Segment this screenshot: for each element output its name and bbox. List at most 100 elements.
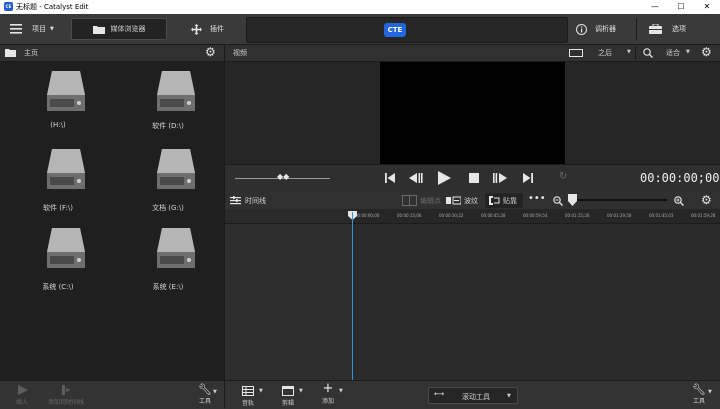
zoom-out-icon[interactable]: [553, 196, 563, 206]
insert-label: 插入: [15, 399, 28, 406]
drive-item[interactable]: 软件 (D:\): [133, 69, 203, 141]
zoom-slider[interactable]: [571, 199, 667, 201]
timeline-ruler[interactable]: 00:00:00;00 00:00:15;06 00:00:30;22 00:0…: [225, 209, 720, 224]
more-options-icon[interactable]: •••: [528, 193, 546, 204]
timeline-tools-button[interactable]: 🔧︎ 工具: [686, 381, 712, 409]
insert-button[interactable]: 插入: [10, 381, 34, 409]
cte-badge[interactable]: CTE: [384, 23, 406, 37]
ripple-label[interactable]: 波纹: [464, 196, 478, 206]
hard-drive-icon: [46, 71, 85, 111]
timeline-bottom-bar: 音轨 ▼ 剪辑 ▼ + 添加 ▼ ⟷ 滚动工具 ▼ 🔧︎ 工具 ▼: [225, 380, 720, 409]
drive-item[interactable]: 软件 (F:\): [23, 147, 93, 219]
chevron-down-icon: ▼: [507, 393, 511, 399]
status-display: CTE: [246, 17, 568, 43]
drive-item[interactable]: 文档 (G:\): [133, 147, 203, 219]
media-browser-panel: 主页 ⚙ (H:\) 软件 (D:\) 软件 (F:\) 文档 (G:\) 系统…: [0, 45, 224, 380]
folder-icon: [92, 25, 105, 34]
options-button[interactable]: 选项: [649, 14, 686, 44]
project-menu-button[interactable]: 项目 ▼: [10, 14, 54, 44]
shuttle-handle-icon[interactable]: ◆◆: [277, 172, 289, 181]
inspector-button[interactable]: 调析器: [576, 14, 616, 44]
window-title: 无标题 - Catalyst Edit: [16, 3, 89, 11]
chevron-down-icon[interactable]: ▼: [299, 388, 303, 394]
add-button[interactable]: + 添加: [317, 381, 339, 409]
plugins-label: 插件: [210, 25, 224, 33]
ruler-tick-label: 00:00:00;00: [355, 213, 380, 218]
media-browser-label: 媒体浏览器: [110, 25, 146, 33]
scroll-tool-select[interactable]: ⟷ 滚动工具 ▼: [428, 387, 518, 404]
folder-icon: [5, 49, 16, 57]
after-select[interactable]: 之后: [598, 48, 612, 58]
ruler-tick-label: 00:00:59;54: [523, 213, 548, 218]
ruler-tick-label: 00:00:15;06: [397, 213, 422, 218]
drive-item[interactable]: 系统 (E:\): [133, 226, 203, 298]
window-title-bar: CE 无标题 - Catalyst Edit — ☐ ✕: [0, 0, 720, 14]
edit-point-icon[interactable]: [402, 195, 417, 206]
zoom-magnifier-icon[interactable]: [643, 48, 653, 58]
chevron-down-icon[interactable]: ▼: [627, 49, 631, 55]
inspector-label: 调析器: [595, 25, 616, 33]
add-to-timeline-button[interactable]: 添加到时间线: [42, 381, 90, 409]
drive-item[interactable]: (H:\): [23, 69, 93, 141]
transport-bar: ◆◆ ↻ 00:00:00;00: [225, 164, 720, 193]
video-frame[interactable]: [380, 62, 565, 164]
clip-icon: [282, 386, 294, 396]
snap-label: 贴靠: [503, 197, 517, 205]
toolbar-divider: [567, 18, 568, 40]
chevron-down-icon[interactable]: ▼: [339, 388, 343, 394]
toolbar-divider: [636, 18, 637, 40]
chevron-down-icon[interactable]: ▼: [708, 389, 712, 395]
browser-tools-button[interactable]: 🔧︎ 工具: [192, 381, 218, 409]
add-to-timeline-label: 添加到时间线: [47, 399, 84, 406]
app-icon: CE: [4, 2, 13, 11]
tools-label: 工具: [198, 398, 211, 405]
stop-icon[interactable]: [469, 173, 479, 183]
gear-icon[interactable]: ⚙: [701, 193, 712, 207]
clip-button[interactable]: 剪辑: [277, 381, 299, 409]
chevron-down-icon[interactable]: ▼: [686, 49, 690, 55]
gear-icon[interactable]: ⚙: [701, 45, 712, 59]
go-to-end-icon[interactable]: [523, 173, 533, 183]
fit-select[interactable]: 适合: [666, 48, 680, 58]
step-forward-icon[interactable]: [493, 173, 507, 183]
hard-drive-icon: [46, 149, 85, 189]
drive-label: 文档 (G:\): [152, 204, 184, 212]
browser-bottom-bar: 插入 添加到时间线 🔧︎ 工具 ▼: [0, 380, 224, 409]
snap-toggle[interactable]: 贴靠: [485, 193, 523, 208]
playhead[interactable]: [352, 212, 353, 380]
chevron-down-icon[interactable]: ▼: [213, 389, 217, 395]
chevron-down-icon[interactable]: ▼: [259, 388, 263, 394]
hard-drive-icon: [156, 228, 195, 268]
go-to-start-icon[interactable]: [385, 173, 395, 183]
track-headers: [225, 224, 353, 380]
tracks-button[interactable]: 音轨: [237, 381, 259, 409]
loop-icon[interactable]: ↻: [559, 171, 567, 182]
add-to-timeline-icon: [62, 385, 71, 395]
maximize-button[interactable]: ☐: [668, 0, 694, 14]
grid-icon: [242, 386, 254, 396]
play-icon[interactable]: [437, 171, 451, 185]
timeline-header: 时间线 编辑点 波纹 贴靠 ••• ⚙: [225, 192, 720, 209]
timeline-title: 时间线: [245, 197, 266, 205]
hard-drive-icon: [46, 228, 85, 268]
edit-point-label[interactable]: 编辑点: [420, 196, 441, 206]
header-divider: [635, 46, 636, 60]
clip-label: 剪辑: [281, 400, 294, 407]
close-button[interactable]: ✕: [694, 0, 720, 14]
scroll-arrows-icon: ⟷: [434, 390, 445, 398]
aspect-frame-icon[interactable]: [569, 49, 583, 57]
snap-magnet-icon: [489, 196, 500, 205]
main-toolbar: 项目 ▼ 媒体浏览器 插件 CTE 调析器 选项: [0, 14, 720, 45]
plugins-button[interactable]: 插件: [191, 14, 224, 44]
zoom-slider-thumb[interactable]: [568, 194, 577, 206]
timecode-display: 00:00:00;00: [640, 171, 720, 185]
zoom-in-icon[interactable]: [674, 196, 684, 206]
drive-item[interactable]: 系统 (C:\): [23, 226, 93, 298]
tools-label: 工具: [692, 398, 705, 405]
step-back-icon[interactable]: [409, 173, 423, 183]
gear-icon[interactable]: ⚙: [205, 45, 216, 59]
media-browser-tab[interactable]: 媒体浏览器: [71, 18, 167, 40]
ripple-icon[interactable]: [446, 195, 461, 206]
drive-label: 系统 (C:\): [42, 283, 74, 291]
minimize-button[interactable]: —: [642, 0, 668, 14]
